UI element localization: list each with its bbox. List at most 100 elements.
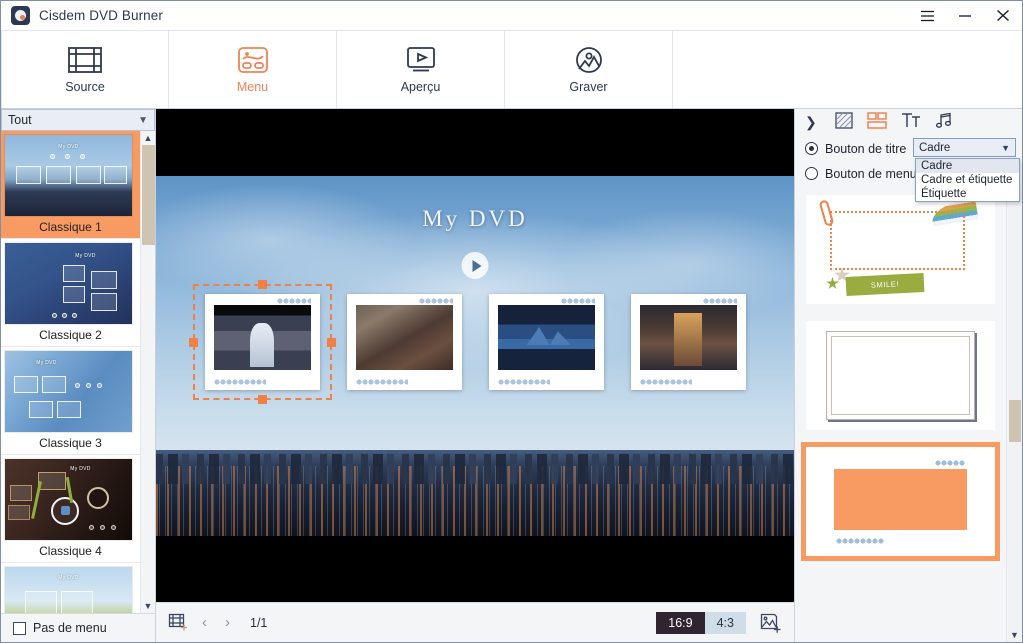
dvd-menu-canvas[interactable]: My DVD	[156, 176, 794, 536]
lace-decoration-icon	[836, 538, 884, 544]
tab-menu[interactable]: Menu	[169, 31, 337, 108]
chapter-button-4[interactable]	[630, 294, 746, 390]
window-controls	[908, 1, 1022, 30]
frame-preview	[806, 447, 995, 556]
frame-gallery-wrap: SMILE! ▼	[795, 186, 1022, 642]
main-toolbar: Source Menu Aperçu Graver	[1, 31, 1022, 109]
add-film-icon[interactable]	[168, 613, 188, 632]
frame-type-select[interactable]: Cadre ▼	[913, 138, 1016, 157]
dropdown-option-cadre[interactable]: Cadre	[916, 159, 1019, 173]
scrollbar-track[interactable]	[141, 145, 155, 599]
tab-menu-label: Menu	[236, 80, 269, 94]
play-button-icon[interactable]	[461, 252, 489, 279]
frame-type-dropdown[interactable]: Cadre Cadre et étiquette Étiquette	[915, 158, 1020, 202]
dropdown-option-etiquette[interactable]: Étiquette	[916, 187, 1019, 201]
template-thumbnail: My DVD	[4, 242, 133, 325]
chevron-down-icon: ▼	[138, 114, 148, 126]
scrollbar-thumb[interactable]	[142, 145, 155, 245]
template-thumbnail: My DVD	[4, 458, 133, 541]
radio-menu-button[interactable]	[805, 167, 818, 180]
ratio-4-3[interactable]: 4:3	[704, 611, 746, 634]
template-filter-select[interactable]: Tout ▼	[1, 109, 155, 131]
frame-layout-icon[interactable]	[866, 111, 887, 134]
music-note-icon[interactable]	[935, 112, 953, 134]
app-logo-icon	[11, 6, 30, 25]
tab-burn[interactable]: Graver	[505, 31, 673, 108]
lace-decoration-icon	[497, 379, 550, 385]
resize-handle-right[interactable]	[326, 338, 336, 347]
radio-title-button[interactable]	[805, 142, 818, 155]
template-thumbnail: My DVD	[4, 350, 133, 433]
frame-caption: SMILE!	[845, 272, 925, 297]
add-image-icon[interactable]	[760, 613, 782, 633]
no-menu-checkbox[interactable]	[13, 621, 26, 635]
tab-preview[interactable]: Aperçu	[337, 31, 505, 108]
template-item-classique-5[interactable]: My DVD Classique 5	[1, 563, 140, 613]
background-pattern-icon[interactable]	[835, 111, 853, 134]
lace-decoration-icon	[418, 298, 453, 304]
thumb-title: My DVD	[36, 360, 57, 366]
template-name: Classique 4	[39, 544, 102, 558]
resize-handle-left[interactable]	[188, 338, 198, 347]
frame-item-orange-polaroid[interactable]	[801, 442, 1000, 561]
page-indicator: 1/1	[250, 615, 268, 630]
thumb-title: My DVD	[58, 144, 79, 150]
lace-decoration-icon	[276, 298, 311, 304]
chevron-down-icon[interactable]: ▼	[141, 599, 155, 613]
template-item-classique-2[interactable]: My DVD Classique 2	[1, 239, 140, 347]
chevron-right-icon[interactable]: ❯	[805, 114, 817, 131]
frame-type-value: Cadre	[919, 141, 951, 154]
frame-preview: SMILE!	[806, 195, 995, 304]
preview-stage[interactable]: My DVD	[156, 109, 794, 602]
chapter-polaroid[interactable]	[630, 294, 746, 390]
lace-decoration-icon	[639, 379, 692, 385]
resize-handle-bottom[interactable]	[258, 395, 267, 404]
close-icon[interactable]	[984, 1, 1022, 30]
template-name: Classique 3	[39, 436, 102, 450]
template-item-classique-1[interactable]: My DVD Classique 1	[1, 131, 140, 239]
chevron-right-icon[interactable]: ›	[221, 614, 234, 631]
resize-handle-top[interactable]	[258, 280, 267, 289]
hamburger-icon[interactable]	[908, 1, 946, 30]
chevron-left-icon[interactable]: ‹	[198, 614, 211, 631]
minimize-icon[interactable]	[946, 1, 984, 30]
bottom-right-controls: 16:9 4:3	[656, 611, 782, 634]
chevron-up-icon[interactable]: ▲	[144, 131, 153, 145]
chapter-polaroid[interactable]	[346, 294, 462, 390]
frame-item-classic-white[interactable]	[801, 316, 1000, 435]
chapter-buttons	[156, 280, 794, 404]
chapter-button-2[interactable]	[346, 294, 462, 390]
aspect-ratio-toggle[interactable]: 16:9 4:3	[656, 611, 746, 634]
template-item-classique-3[interactable]: My DVD Classique 3	[1, 347, 140, 455]
template-thumbnail: My DVD	[4, 566, 133, 613]
tab-source[interactable]: Source	[1, 31, 169, 108]
template-thumbnail: My DVD	[4, 134, 133, 217]
lace-decoration-icon	[213, 379, 266, 385]
dotted-border	[830, 211, 965, 270]
chapter-polaroid[interactable]	[488, 294, 604, 390]
scrollbar-thumb[interactable]	[1009, 400, 1021, 442]
star-icon	[826, 277, 839, 289]
app-title: Cisdem DVD Burner	[39, 8, 163, 23]
dropdown-option-cadre-et-etiquette[interactable]: Cadre et étiquette	[916, 173, 1019, 187]
text-style-icon[interactable]	[901, 112, 921, 134]
option-title-button-label: Bouton de titre	[825, 141, 907, 156]
chapter-button-1[interactable]	[188, 280, 336, 404]
sidebar-scrollbar[interactable]: ▲ ▼	[140, 131, 155, 613]
panel-scrollbar[interactable]: ▲ ▼	[1006, 186, 1022, 642]
lace-decoration-icon	[355, 379, 408, 385]
chapter-polaroid[interactable]	[204, 294, 320, 390]
template-list: My DVD Classique 1 My DVD Classique 2 My…	[1, 131, 140, 613]
chapter-button-3[interactable]	[488, 294, 604, 390]
ratio-16-9[interactable]: 16:9	[656, 611, 705, 634]
template-filter-value: Tout	[8, 113, 32, 127]
chevron-down-icon[interactable]: ▼	[1007, 628, 1022, 642]
dvd-title-text[interactable]: My DVD	[156, 206, 794, 232]
tab-preview-label: Aperçu	[400, 80, 441, 94]
lace-decoration-icon	[935, 460, 965, 466]
no-menu-row[interactable]: Pas de menu	[1, 613, 155, 642]
template-item-classique-4[interactable]: My DVD Classique 4	[1, 455, 140, 563]
background-cityscape	[156, 450, 794, 536]
frame-item-scrapbook[interactable]: SMILE!	[801, 190, 1000, 309]
